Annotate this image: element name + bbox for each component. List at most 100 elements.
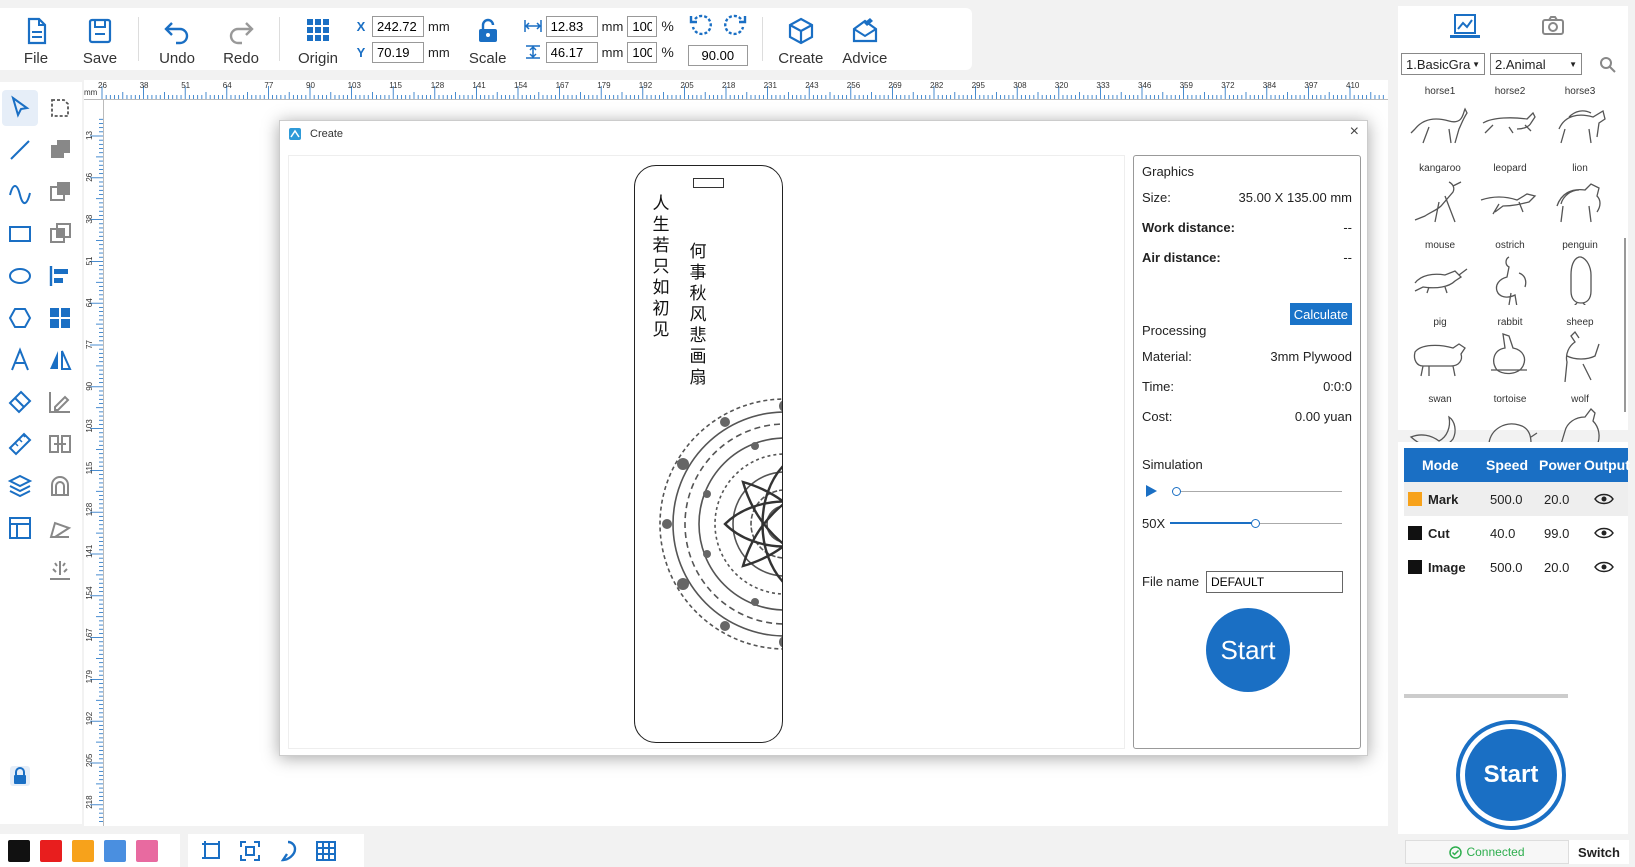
color-swatch-blue[interactable] [104,839,126,862]
text-tool[interactable] [2,342,38,378]
library-item-horse2[interactable]: horse2 [1474,86,1546,162]
curve-tool[interactable] [2,174,38,210]
layer-color-swatch[interactable] [1408,526,1422,540]
fit-frame-icon[interactable] [200,839,224,863]
color-swatch-black[interactable] [8,839,30,862]
polygon-tool[interactable] [2,300,38,336]
calculate-button[interactable]: Calculate [1289,303,1352,325]
template-tool[interactable] [2,510,38,546]
category-select-2[interactable]: 2.Animal ▼ [1490,53,1582,75]
x-position-input[interactable] [372,15,424,37]
library-item-penguin[interactable]: penguin [1544,240,1616,316]
library-item-ostrich[interactable]: ostrich [1474,240,1546,316]
speed-slider-handle[interactable] [1251,519,1260,528]
hand-pan-icon[interactable] [276,839,300,863]
library-item-leopard[interactable]: leopard [1474,163,1546,239]
layout-icon [9,517,31,539]
undo-button[interactable]: Undo [145,11,209,67]
file-name-input[interactable] [1206,571,1343,593]
search-icon[interactable] [1599,56,1617,74]
lock-tool[interactable] [2,758,38,794]
library-item-horse3[interactable]: horse3 [1544,86,1616,162]
color-swatch-orange[interactable] [72,839,94,862]
redo-button[interactable]: Redo [209,11,273,67]
subtract-tool[interactable] [42,174,78,210]
lion-outline [1556,183,1601,223]
array-tool[interactable] [42,300,78,336]
layer-color-swatch[interactable] [1408,560,1422,574]
layer-row-image[interactable]: Image 500.0 20.0 [1404,550,1628,584]
origin-button[interactable]: Origin [286,11,350,67]
node-edit-tool[interactable] [42,90,78,126]
eraser-tool[interactable] [2,384,38,420]
simulation-progress-handle[interactable] [1172,487,1181,496]
library-item-sheep[interactable]: sheep [1544,317,1616,393]
camera-icon [1542,16,1564,35]
union-tool[interactable] [42,132,78,168]
rectangle-tool[interactable] [2,216,38,252]
eye-icon[interactable] [1594,526,1614,540]
grid-toggle-icon[interactable] [314,839,338,863]
ellipse-tool[interactable] [2,258,38,294]
library-item-horse1[interactable]: horse1 [1404,86,1476,162]
kangaroo-outline [1414,181,1462,223]
ruler-tick-label: 51 [85,256,94,265]
laser-tool[interactable] [42,552,78,588]
library-item-pig[interactable]: pig [1404,317,1476,393]
save-button[interactable]: Save [68,11,132,67]
ruler-tick-label: 295 [972,81,986,90]
pen-tool[interactable] [42,510,78,546]
color-swatch-pink[interactable] [136,839,158,862]
ruler-tick-label: 154 [85,586,94,600]
dialog-start-button[interactable]: Start [1206,608,1290,692]
ruler-tick-label: 205 [85,753,94,767]
play-icon[interactable] [1144,484,1158,498]
layer-row-mark[interactable]: Mark 500.0 20.0 [1404,482,1628,516]
height-percent-input[interactable] [627,41,658,63]
layer-row-cut[interactable]: Cut 40.0 99.0 [1404,516,1628,550]
rotate-left-icon[interactable] [688,13,714,39]
zoom-fit-icon[interactable] [238,839,262,863]
category-select-1[interactable]: 1.BasicGra ▼ [1401,53,1485,75]
align-tool[interactable] [42,258,78,294]
main-start-button[interactable]: Start [1456,720,1566,830]
line-tool[interactable] [2,132,38,168]
width-percent-input[interactable] [627,15,658,37]
create-button[interactable]: Create [769,11,833,67]
color-swatch-red[interactable] [40,839,62,862]
library-item-lion[interactable]: lion [1544,163,1616,239]
library-item-label: horse2 [1494,86,1526,97]
intersect-tool[interactable] [42,216,78,252]
eye-icon[interactable] [1594,560,1614,574]
y-position-input[interactable] [372,41,424,63]
ruler-tick-label: 128 [85,502,94,516]
eye-icon[interactable] [1594,492,1614,506]
layer-mode: Mark [1428,492,1459,507]
library-scrollbar[interactable] [1624,238,1626,412]
rotate-right-icon[interactable] [722,13,748,39]
tab-camera[interactable] [1538,12,1568,38]
library-item-kangaroo[interactable]: kangaroo [1404,163,1476,239]
layer-color-swatch[interactable] [1408,492,1422,506]
file-button[interactable]: File [4,11,68,67]
layers-tool[interactable] [2,468,38,504]
select-tool[interactable] [2,90,38,126]
measure-tool[interactable] [2,426,38,462]
offset-tool[interactable] [42,468,78,504]
lock-icon [10,766,30,786]
distribute-tool[interactable] [42,426,78,462]
scale-lock-button[interactable]: Scale [456,11,520,67]
dialog-close-button[interactable]: × [1350,123,1359,141]
library-item-mouse[interactable]: mouse [1404,240,1476,316]
switch-button[interactable]: Switch [1569,840,1629,864]
tab-shapes[interactable] [1450,12,1480,38]
advice-button[interactable]: Advice [833,11,897,67]
library-item-rabbit[interactable]: rabbit [1474,317,1546,393]
draw-tool[interactable] [42,384,78,420]
simulation-progress-track[interactable] [1172,491,1342,492]
mirror-tool[interactable] [42,342,78,378]
height-input[interactable] [545,41,598,63]
width-input[interactable] [545,15,598,37]
rotation-input[interactable] [687,44,748,66]
layer-scrollbar[interactable] [1404,694,1568,698]
